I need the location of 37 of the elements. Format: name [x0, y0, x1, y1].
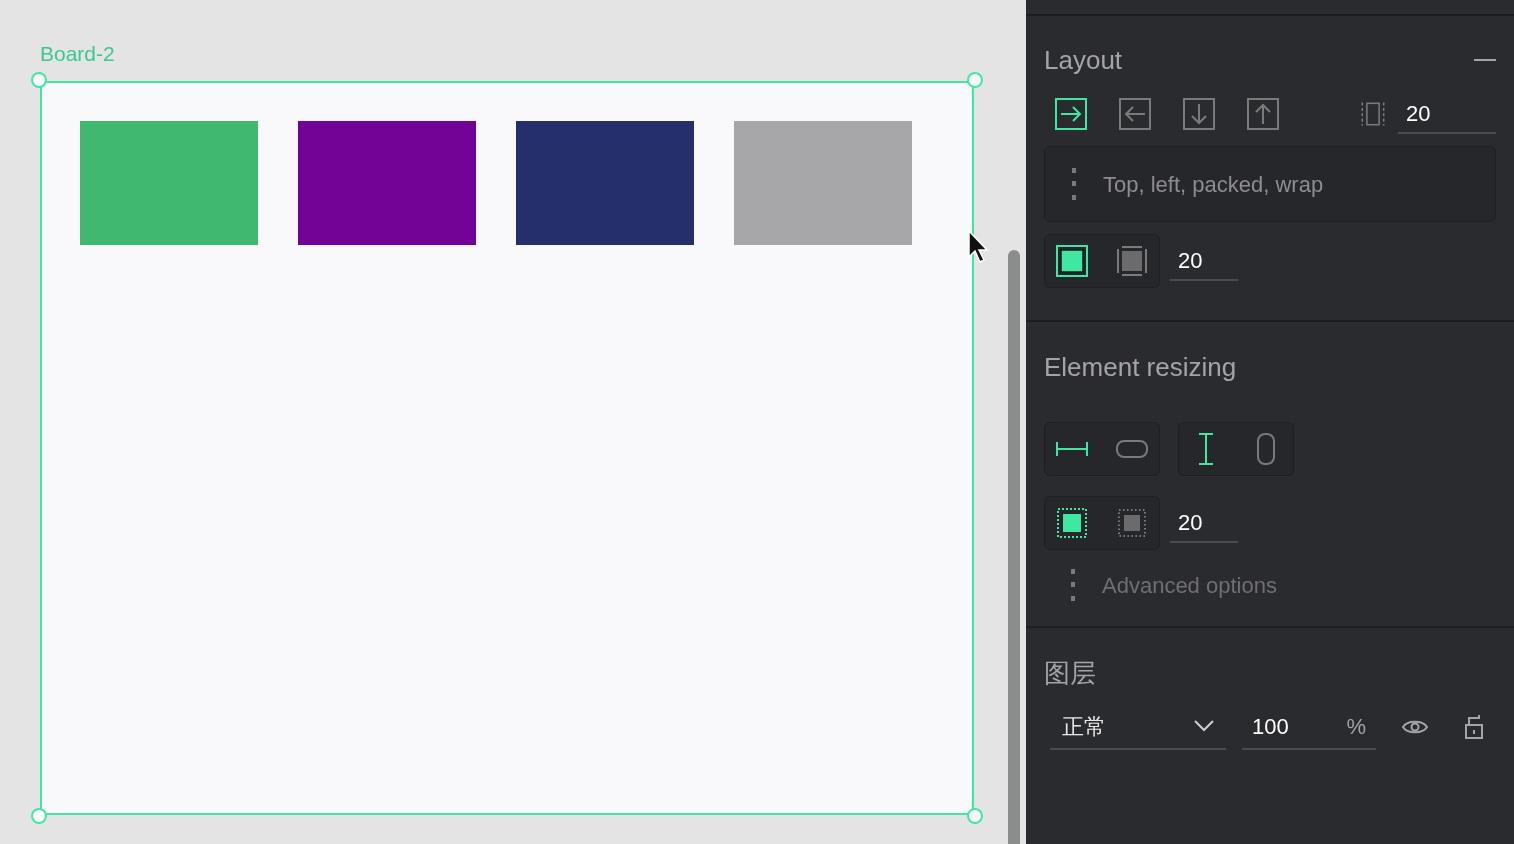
opacity-value: 100	[1252, 712, 1289, 741]
arrow-right-icon[interactable]	[1054, 97, 1088, 131]
vertical-dots-icon[interactable]	[1070, 568, 1076, 602]
square-sides-icon[interactable]	[1115, 244, 1149, 278]
scrollbar[interactable]	[1008, 250, 1020, 844]
colored-rectangle[interactable]	[80, 121, 258, 245]
alignment-selector[interactable]: Top, left, packed, wrap	[1044, 146, 1496, 222]
alignment-text: Top, left, packed, wrap	[1103, 170, 1324, 199]
percent-unit: %	[1346, 712, 1366, 741]
colored-rectangle[interactable]	[298, 121, 476, 245]
vertical-dots-icon[interactable]	[1071, 167, 1077, 201]
section-title: Layout	[1044, 43, 1123, 77]
number-field[interactable]: 20	[1170, 503, 1238, 543]
blend-mode-select[interactable]: 正常	[1050, 704, 1226, 750]
board[interactable]	[40, 81, 974, 815]
arrow-down-icon[interactable]	[1182, 97, 1216, 131]
collapse-icon[interactable]	[1474, 58, 1496, 62]
mouse-cursor-icon	[968, 230, 988, 264]
colored-rectangle[interactable]	[734, 121, 912, 245]
eye-icon[interactable]	[1402, 718, 1428, 736]
resize-handle[interactable]	[967, 72, 983, 88]
arrow-left-icon[interactable]	[1118, 97, 1152, 131]
number-field[interactable]: 20	[1170, 241, 1238, 281]
dotted-square-icon[interactable]	[1115, 506, 1149, 540]
section-title: 图层	[1044, 657, 1097, 690]
number-field[interactable]: 20	[1398, 94, 1496, 134]
filled-square-icon[interactable]	[1055, 244, 1089, 278]
resize-handle[interactable]	[967, 808, 983, 824]
arrow-up-icon[interactable]	[1246, 97, 1280, 131]
resize-handle[interactable]	[31, 72, 47, 88]
unlock-icon[interactable]	[1464, 714, 1484, 740]
opacity-field[interactable]: 100 %	[1242, 704, 1376, 750]
chevron-down-icon	[1194, 720, 1214, 732]
resize-handle[interactable]	[31, 808, 47, 824]
colored-rectangle[interactable]	[516, 121, 694, 245]
section-title: Element resizing	[1044, 351, 1238, 384]
dotted-square-icon[interactable]	[1055, 506, 1089, 540]
